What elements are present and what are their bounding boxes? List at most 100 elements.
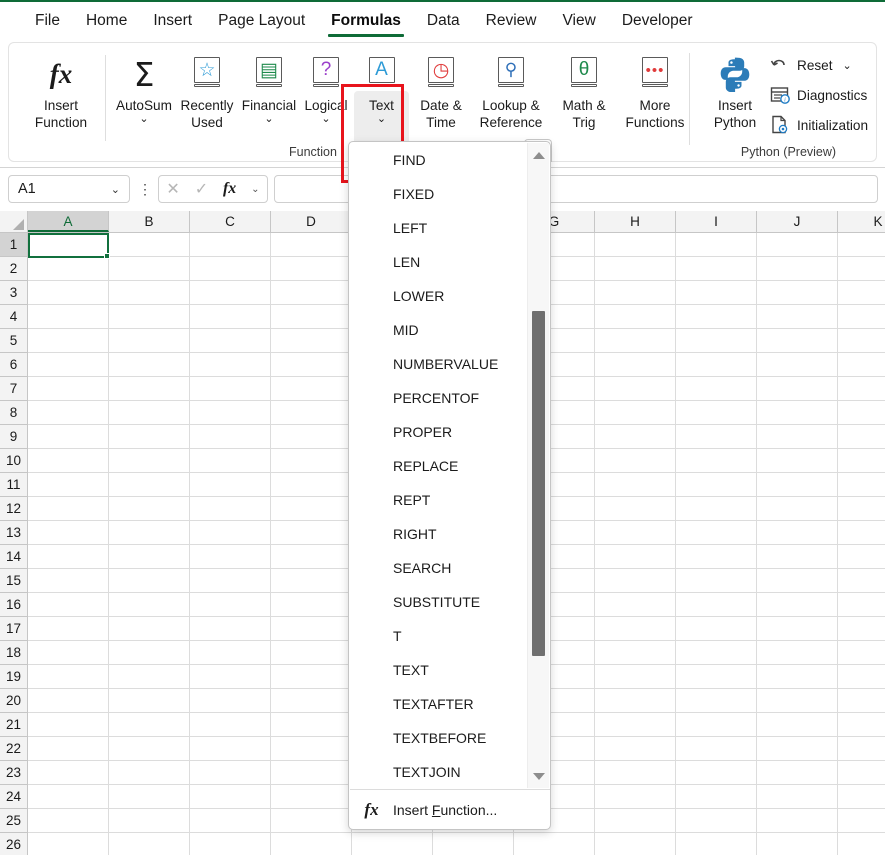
cell-D13[interactable]: [271, 521, 352, 545]
dropdown-item-replace[interactable]: REPLACE: [350, 449, 528, 483]
cell-C10[interactable]: [190, 449, 271, 473]
scroll-up-button[interactable]: [528, 145, 549, 165]
cell-K25[interactable]: [838, 809, 885, 833]
tab-developer[interactable]: Developer: [609, 2, 706, 40]
dropdown-item-left[interactable]: LEFT: [350, 211, 528, 245]
cell-J17[interactable]: [757, 617, 838, 641]
more-functions-button[interactable]: ••• More Functions: [613, 49, 697, 131]
cell-H8[interactable]: [595, 401, 676, 425]
cell-C1[interactable]: [190, 233, 271, 257]
math-trig-button[interactable]: θ Math & Trig: [553, 49, 615, 131]
cell-K9[interactable]: [838, 425, 885, 449]
tab-formulas[interactable]: Formulas: [318, 2, 414, 40]
cell-C18[interactable]: [190, 641, 271, 665]
cell-J24[interactable]: [757, 785, 838, 809]
cell-D22[interactable]: [271, 737, 352, 761]
cell-I2[interactable]: [676, 257, 757, 281]
tab-view[interactable]: View: [550, 2, 609, 40]
cell-B25[interactable]: [109, 809, 190, 833]
chevron-down-icon[interactable]: ⌄: [111, 183, 120, 196]
cell-B3[interactable]: [109, 281, 190, 305]
cell-A16[interactable]: [28, 593, 109, 617]
autosum-button[interactable]: Σ AutoSum ⌄: [109, 49, 179, 125]
tab-home[interactable]: Home: [73, 2, 140, 40]
cell-H11[interactable]: [595, 473, 676, 497]
cell-A5[interactable]: [28, 329, 109, 353]
cell-B6[interactable]: [109, 353, 190, 377]
cell-D25[interactable]: [271, 809, 352, 833]
cell-D20[interactable]: [271, 689, 352, 713]
cell-A9[interactable]: [28, 425, 109, 449]
cell-K20[interactable]: [838, 689, 885, 713]
cell-C25[interactable]: [190, 809, 271, 833]
cell-J9[interactable]: [757, 425, 838, 449]
cell-C12[interactable]: [190, 497, 271, 521]
cell-H18[interactable]: [595, 641, 676, 665]
cell-I15[interactable]: [676, 569, 757, 593]
cell-H6[interactable]: [595, 353, 676, 377]
cell-A20[interactable]: [28, 689, 109, 713]
cell-K8[interactable]: [838, 401, 885, 425]
insert-python-button[interactable]: Insert Python: [707, 49, 763, 131]
cell-K2[interactable]: [838, 257, 885, 281]
cell-E26[interactable]: [352, 833, 433, 855]
insert-function-menu-item[interactable]: fx Insert Function...: [350, 790, 550, 829]
tab-insert[interactable]: Insert: [140, 2, 205, 40]
cell-C19[interactable]: [190, 665, 271, 689]
chevron-down-icon[interactable]: ⌄: [251, 184, 259, 195]
row-header-4[interactable]: 4: [0, 305, 28, 329]
cell-D21[interactable]: [271, 713, 352, 737]
cell-I7[interactable]: [676, 377, 757, 401]
cell-D7[interactable]: [271, 377, 352, 401]
cell-A17[interactable]: [28, 617, 109, 641]
row-header-24[interactable]: 24: [0, 785, 28, 809]
cell-I21[interactable]: [676, 713, 757, 737]
cell-B14[interactable]: [109, 545, 190, 569]
cell-A11[interactable]: [28, 473, 109, 497]
cell-J25[interactable]: [757, 809, 838, 833]
cell-D15[interactable]: [271, 569, 352, 593]
cell-H16[interactable]: [595, 593, 676, 617]
dropdown-item-textjoin[interactable]: TEXTJOIN: [350, 755, 528, 788]
cell-A10[interactable]: [28, 449, 109, 473]
cell-K15[interactable]: [838, 569, 885, 593]
cell-K3[interactable]: [838, 281, 885, 305]
diagnostics-button[interactable]: i Diagnostics: [767, 81, 867, 109]
cell-B12[interactable]: [109, 497, 190, 521]
cell-A7[interactable]: [28, 377, 109, 401]
dropdown-item-proper[interactable]: PROPER: [350, 415, 528, 449]
tab-file[interactable]: File: [22, 2, 73, 40]
cell-H9[interactable]: [595, 425, 676, 449]
autosum-caret-icon[interactable]: ⌄: [139, 114, 148, 125]
cell-I4[interactable]: [676, 305, 757, 329]
cell-I13[interactable]: [676, 521, 757, 545]
cell-K17[interactable]: [838, 617, 885, 641]
dropdown-item-percentof[interactable]: PERCENTOF: [350, 381, 528, 415]
cell-C7[interactable]: [190, 377, 271, 401]
active-cell-selection[interactable]: [28, 233, 109, 258]
dropdown-item-lower[interactable]: LOWER: [350, 279, 528, 313]
cell-C9[interactable]: [190, 425, 271, 449]
cell-C22[interactable]: [190, 737, 271, 761]
cell-K1[interactable]: [838, 233, 885, 257]
cell-K24[interactable]: [838, 785, 885, 809]
cell-F26[interactable]: [433, 833, 514, 855]
cell-H17[interactable]: [595, 617, 676, 641]
cell-C6[interactable]: [190, 353, 271, 377]
row-header-5[interactable]: 5: [0, 329, 28, 353]
row-header-23[interactable]: 23: [0, 761, 28, 785]
row-header-6[interactable]: 6: [0, 353, 28, 377]
cell-A4[interactable]: [28, 305, 109, 329]
cancel-icon[interactable]: ✕: [166, 179, 179, 199]
cell-A22[interactable]: [28, 737, 109, 761]
cell-K23[interactable]: [838, 761, 885, 785]
cell-J19[interactable]: [757, 665, 838, 689]
cell-H24[interactable]: [595, 785, 676, 809]
cell-J4[interactable]: [757, 305, 838, 329]
cell-I17[interactable]: [676, 617, 757, 641]
cell-I16[interactable]: [676, 593, 757, 617]
cell-J10[interactable]: [757, 449, 838, 473]
cell-D10[interactable]: [271, 449, 352, 473]
cell-C2[interactable]: [190, 257, 271, 281]
row-header-2[interactable]: 2: [0, 257, 28, 281]
